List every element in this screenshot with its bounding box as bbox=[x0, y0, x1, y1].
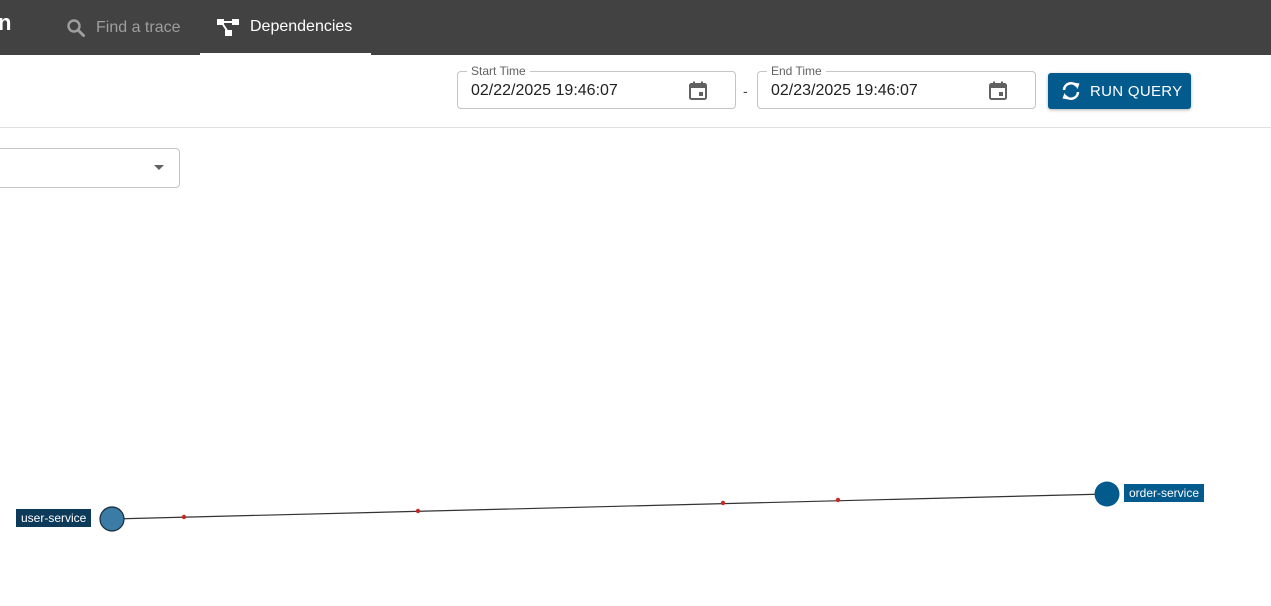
node-label-order-service: order-service bbox=[1124, 484, 1205, 502]
graph-edge bbox=[111, 493, 1108, 520]
dependency-graph[interactable] bbox=[0, 0, 1271, 606]
edge-particle bbox=[720, 500, 726, 506]
edge-particle bbox=[415, 508, 421, 514]
edge-particle bbox=[835, 497, 841, 503]
graph-node-user-service[interactable] bbox=[99, 506, 125, 532]
edge-particle bbox=[181, 514, 187, 520]
node-label-user-service: user-service bbox=[16, 509, 92, 527]
graph-node-order-service[interactable] bbox=[1094, 481, 1120, 507]
